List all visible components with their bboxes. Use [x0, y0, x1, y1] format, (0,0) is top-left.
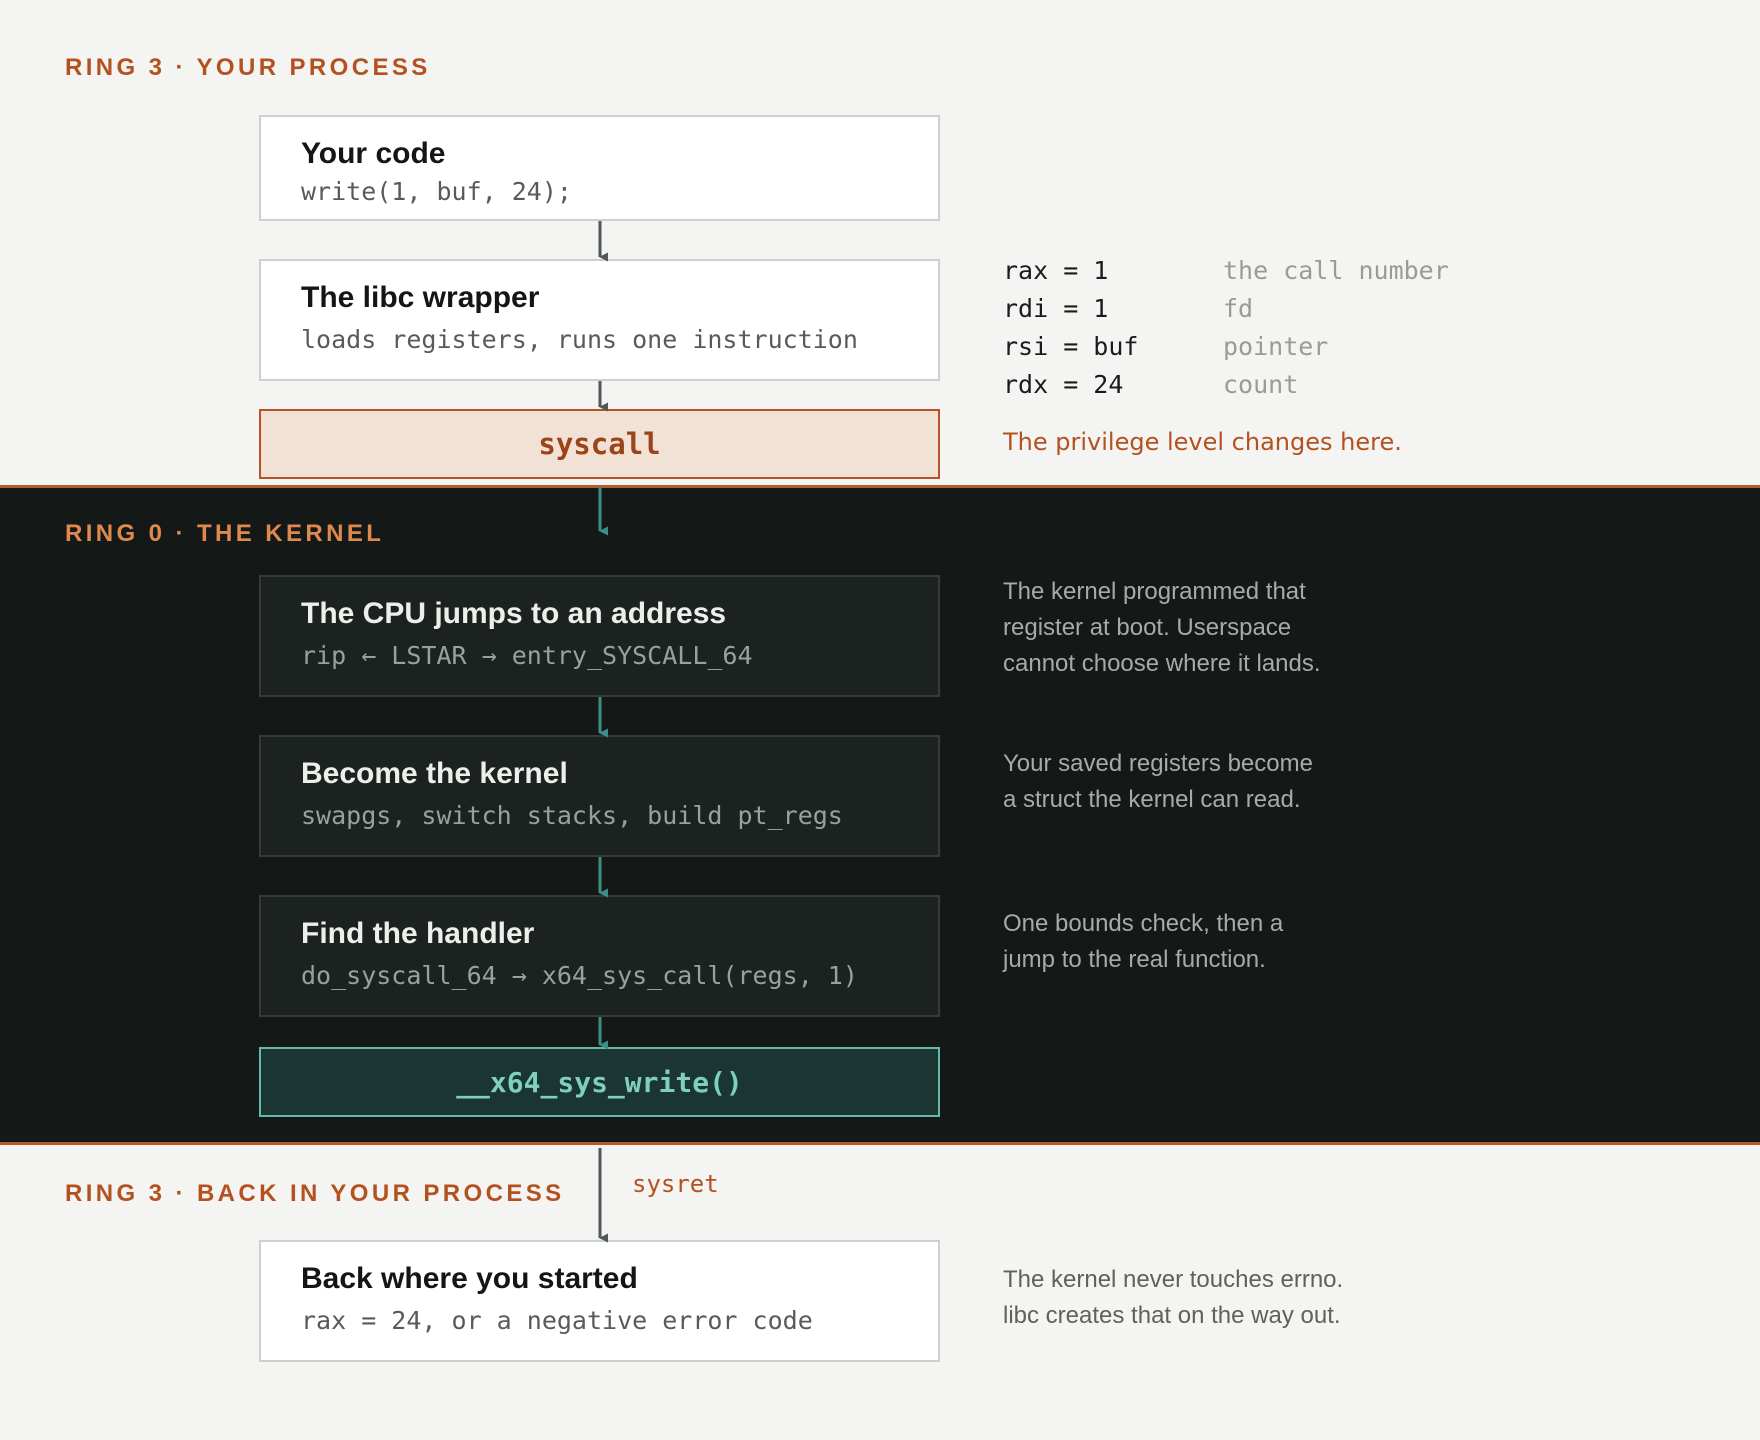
register-assign: rax = 1: [1003, 256, 1109, 285]
note-back-where-started: The kernel never touches errno. libc cre…: [1003, 1262, 1343, 1334]
step-title: Find the handler: [301, 917, 535, 950]
privilege-note: The privilege level changes here.: [1003, 428, 1402, 456]
step-title: The libc wrapper: [301, 281, 540, 314]
syscall-instruction-box: syscall: [259, 409, 940, 479]
register-row: rax = 1 the call number: [1003, 256, 1449, 294]
step-title: Become the kernel: [301, 757, 568, 790]
step-title: The CPU jumps to an address: [301, 597, 727, 630]
step-detail: loads registers, runs one instruction: [301, 325, 858, 354]
register-desc: count: [1223, 370, 1299, 399]
register-list: rax = 1 the call number rdi = 1 fd rsi = b…: [1003, 256, 1449, 408]
note-become-kernel: Your saved registers become a struct the…: [1003, 746, 1313, 818]
register-assign: rsi = buf: [1003, 332, 1139, 361]
step-detail: write(1, buf, 24);: [301, 177, 572, 206]
note-line: a struct the kernel can read.: [1003, 786, 1301, 813]
step-detail: rip ← LSTAR → entry_SYSCALL_64: [301, 641, 753, 670]
register-row: rdi = 1 fd: [1003, 294, 1449, 332]
sysret-label: sysret: [632, 1170, 719, 1198]
note-line: libc creates that on the way out.: [1003, 1302, 1341, 1329]
register-desc: pointer: [1223, 332, 1329, 361]
step-detail: rax = 24, or a negative error code: [301, 1306, 813, 1335]
ring3-process-label: RING 3 · YOUR PROCESS: [65, 54, 431, 81]
step-title: Your code: [301, 137, 446, 170]
register-row: rsi = buf pointer: [1003, 332, 1449, 370]
note-line: One bounds check, then a: [1003, 910, 1284, 937]
note-line: jump to the real function.: [1003, 946, 1266, 973]
step-libc-wrapper: The libc wrapper loads registers, runs o…: [259, 259, 940, 381]
ring0-kernel-label: RING 0 · THE KERNEL: [65, 520, 385, 547]
register-assign: rdi = 1: [1003, 294, 1109, 323]
step-become-kernel: Become the kernel swapgs, switch stacks,…: [259, 735, 940, 857]
step-your-code: Your code write(1, buf, 24);: [259, 115, 940, 221]
step-back-where-started: Back where you started rax = 24, or a ne…: [259, 1240, 940, 1362]
note-line: Your saved registers become: [1003, 750, 1313, 777]
register-desc: the call number: [1223, 256, 1449, 285]
sys-write-handler-box: __x64_sys_write(): [259, 1047, 940, 1117]
register-row: rdx = 24 count: [1003, 370, 1449, 408]
step-detail: swapgs, switch stacks, build pt_regs: [301, 801, 843, 830]
step-title: Back where you started: [301, 1262, 638, 1295]
note-line: The kernel programmed that: [1003, 578, 1306, 605]
step-cpu-jump: The CPU jumps to an address rip ← LSTAR …: [259, 575, 940, 697]
step-find-handler: Find the handler do_syscall_64 → x64_sys…: [259, 895, 940, 1017]
note-line: register at boot. Userspace: [1003, 614, 1292, 641]
register-assign: rdx = 24: [1003, 370, 1124, 399]
ring3-back-label: RING 3 · BACK IN YOUR PROCESS: [65, 1180, 565, 1207]
note-cpu-jump: The kernel programmed that register at b…: [1003, 574, 1321, 682]
note-line: The kernel never touches errno.: [1003, 1266, 1344, 1293]
register-desc: fd: [1223, 294, 1254, 323]
note-line: cannot choose where it lands.: [1003, 650, 1321, 677]
step-detail: do_syscall_64 → x64_sys_call(regs, 1): [301, 961, 858, 990]
note-find-handler: One bounds check, then a jump to the rea…: [1003, 906, 1283, 978]
